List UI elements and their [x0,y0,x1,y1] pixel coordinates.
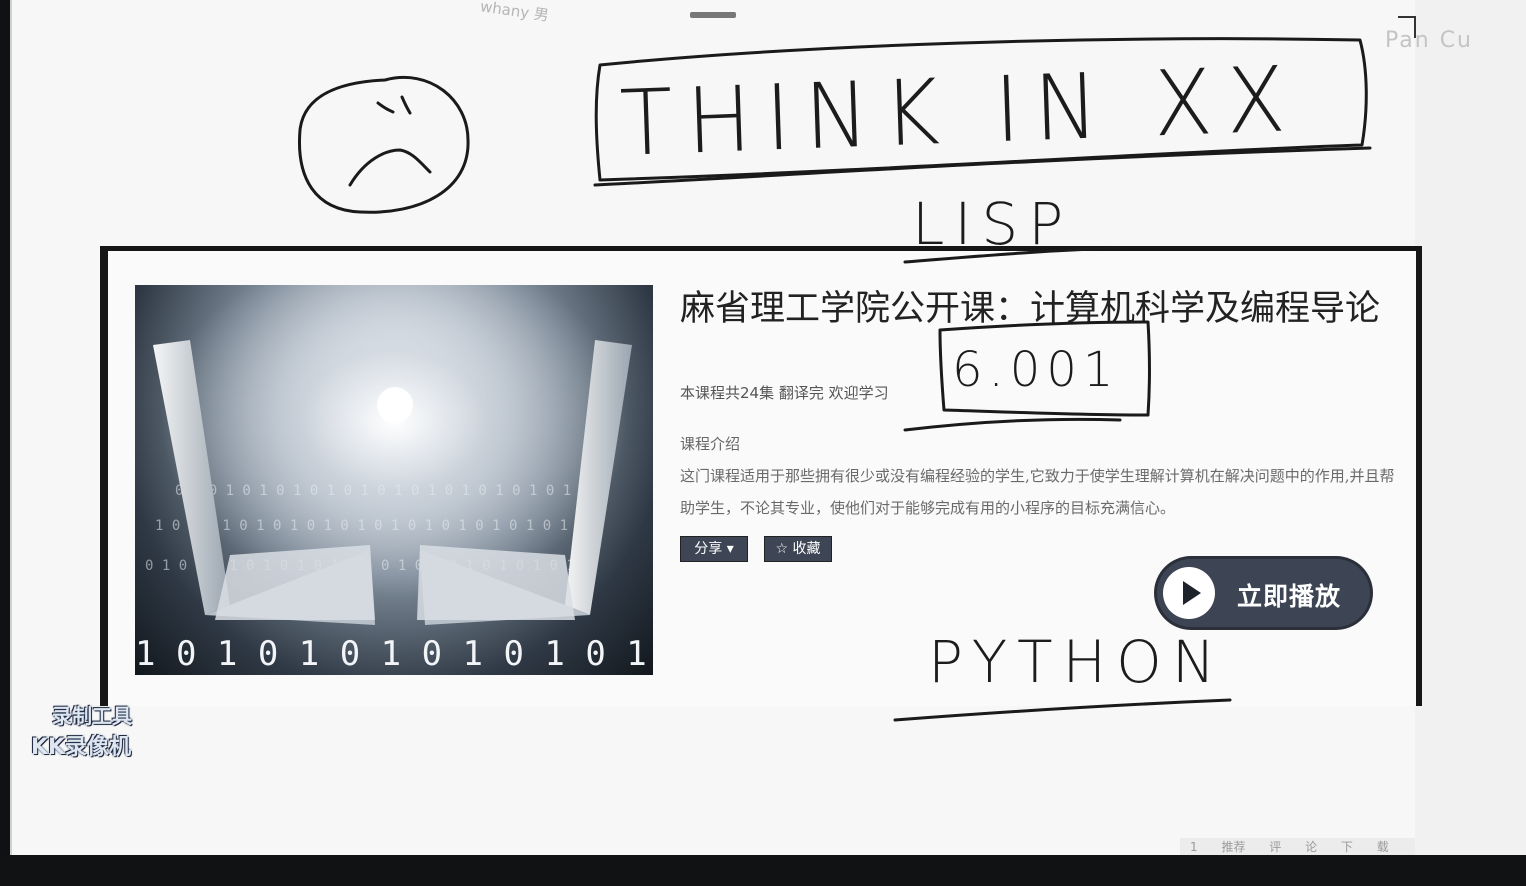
taskbar-strip [0,855,1526,886]
svg-text:1 0 1 0 1 0 1 0 1 0 1 0 1 0 1: 1 0 1 0 1 0 1 0 1 0 1 0 1 0 1 0 1 0 1 0 … [155,518,585,534]
svg-text:0 1 0 1 0 1 0 1 0 1 0 1 0 1 0: 0 1 0 1 0 1 0 1 0 1 0 1 0 1 0 1 0 1 0 1 … [175,483,571,499]
python-annotation: PYTHON [928,628,1226,696]
intro-text: 这门课程适用于那些拥有很少或没有编程经验的学生,它致力于使学生理解计算机在解决问… [680,467,1395,517]
course-cover-image[interactable]: 0 1 0 1 0 1 0 1 0 1 0 1 0 1 0 1 0 1 0 1 … [135,285,653,675]
share-button[interactable]: 分享 ▾ [680,536,748,562]
recorder-watermark: 录制工具 KK录像机 [30,700,132,761]
play-icon [1163,567,1215,619]
svg-text:1 0 1 0 1 0 1 0 1 0 1 0 1 0 1: 1 0 1 0 1 0 1 0 1 0 1 0 1 0 1 0 1 [135,634,653,674]
intro-label: 课程介绍 [680,435,741,453]
corner-bracket [1398,16,1416,38]
play-now-button[interactable]: 立即播放 [1157,559,1370,627]
drag-handle[interactable] [690,12,736,18]
favorite-button[interactable]: ☆ 收藏 [764,536,832,562]
course-title: 麻省理工学院公开课：计算机科学及编程导论 [680,289,1381,329]
laptop-binary-illustration: 0 1 0 1 0 1 0 1 0 1 0 1 0 1 0 1 0 1 0 1 … [135,285,653,675]
watermark-line2: KK录像机 [30,735,132,760]
side-panel [1415,0,1526,855]
lisp-annotation: LISP [912,190,1074,258]
course-number-annotation: 6.001 [952,342,1120,398]
bottom-tabs[interactable]: 1 推荐 评 论 下 载 [1180,838,1415,855]
watermark-line1: 录制工具 [52,704,132,728]
course-meta: 本课程共24集 翻译完 欢迎学习 [680,384,889,402]
play-label: 立即播放 [1237,582,1342,611]
